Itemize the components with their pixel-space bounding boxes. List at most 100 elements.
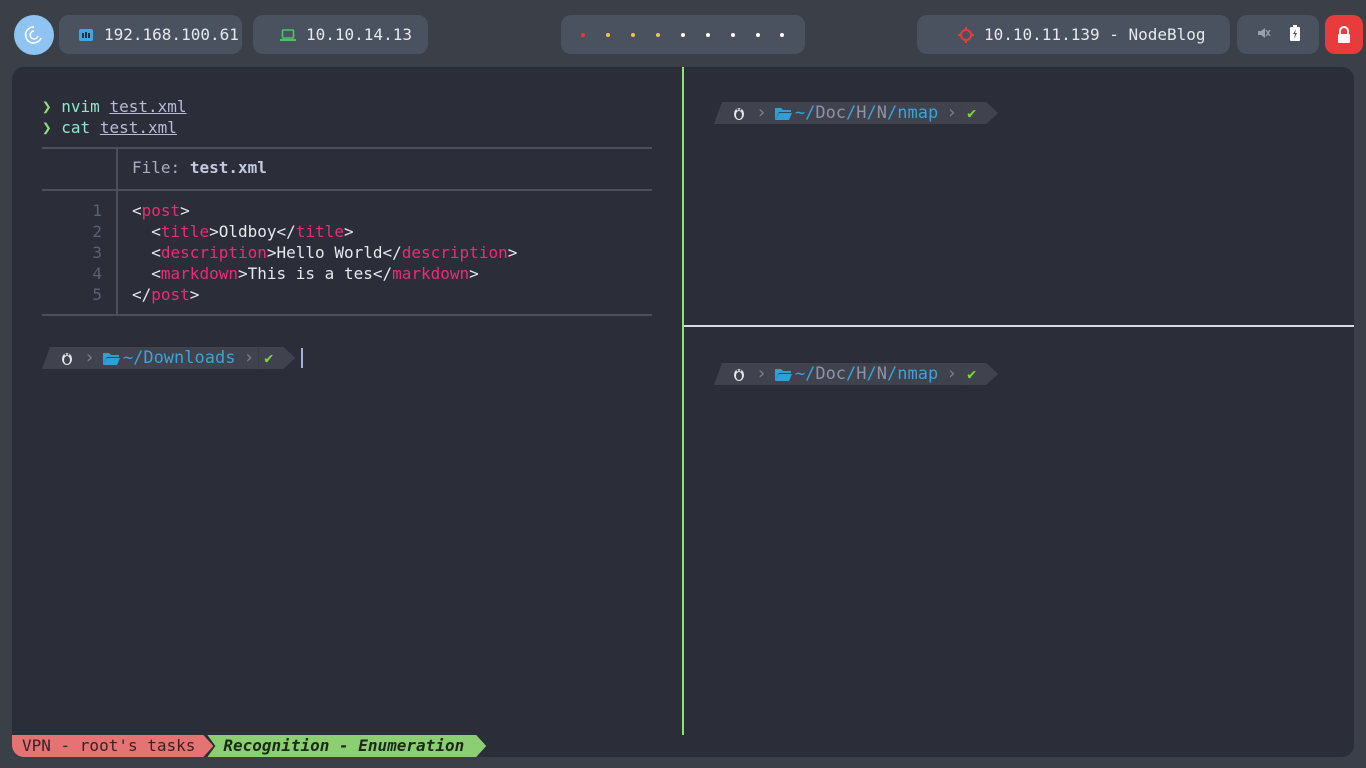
- history-argument: test.xml: [109, 97, 187, 116]
- dir-prefix: ~/: [794, 103, 816, 123]
- xml-tag: title: [160, 222, 210, 241]
- session-label[interactable]: VPN - root's tasks: [12, 735, 213, 757]
- vertical-pane-divider[interactable]: [682, 67, 684, 735]
- workspace-1-dot[interactable]: [581, 32, 586, 37]
- code-line-2: <title>Oldboy</title>: [132, 222, 353, 241]
- workspace-indicator: [561, 15, 805, 54]
- tux-icon: [734, 108, 744, 120]
- dir-prefix: ~/: [122, 348, 144, 368]
- workspace-8-dot[interactable]: [755, 32, 760, 37]
- history-line-2: ❯ cat test.xml: [42, 117, 177, 138]
- shell-prompt: › ~/Downloads › ✔: [42, 347, 295, 369]
- xml-tag: markdown: [392, 264, 470, 283]
- horizontal-pane-divider[interactable]: [684, 325, 1354, 327]
- workspace-3-dot[interactable]: [631, 32, 636, 37]
- chevron-right-icon: ›: [752, 102, 771, 124]
- shell-prompt[interactable]: › ~/Doc / H / N / nmap › ✔: [714, 363, 998, 385]
- chevron-right-icon: ›: [239, 347, 259, 369]
- left-pane[interactable]: ❯ nvim test.xml ❯ cat test.xml File: tes…: [12, 67, 682, 735]
- xml-tag: post: [141, 201, 181, 220]
- tmux-status-bar: VPN - root's tasks Recognition - Enumera…: [12, 735, 1354, 757]
- tux-icon: [734, 369, 744, 381]
- bat-gutter-border: [116, 191, 118, 314]
- os-segment: [714, 102, 752, 124]
- workspace-9-dot[interactable]: [780, 32, 785, 37]
- xml-tag: description: [160, 243, 267, 262]
- chevron-right-icon: ›: [942, 363, 962, 385]
- checkmark-icon: ✔: [967, 104, 977, 122]
- debian-swirl-icon: [24, 26, 42, 44]
- local-ip-label: 192.168.100.61: [104, 25, 239, 44]
- history-command: nvim: [61, 97, 100, 116]
- code-line-1: <post>: [132, 201, 190, 220]
- local-ip-widget[interactable]: 192.168.100.61: [59, 15, 242, 54]
- workspace-6-dot[interactable]: [705, 32, 710, 37]
- chevron-right-icon: ›: [942, 102, 962, 124]
- bat-bottom-border: [42, 314, 652, 316]
- history-line-1: ❯ nvim test.xml: [42, 96, 187, 117]
- chevron-right-icon: ›: [80, 347, 99, 369]
- xml-text: Oldboy: [218, 222, 277, 241]
- xml-tag: markdown: [160, 264, 238, 283]
- shell-prompt[interactable]: › ~/Doc / H / N / nmap › ✔: [714, 102, 998, 124]
- xml-tag: post: [151, 285, 190, 304]
- checkmark-icon: ✔: [264, 349, 274, 367]
- text-cursor: [301, 348, 303, 368]
- crosshair-icon: [957, 26, 975, 44]
- xml-text: This is a tes: [247, 264, 373, 283]
- workspace-5-dot[interactable]: [680, 32, 685, 37]
- code-line-4: <markdown>This is a tes</markdown>: [132, 264, 479, 283]
- folder-open-icon: [102, 353, 120, 365]
- top-bar: 192.168.100.61 10.10.14.13 10.10.11.139 …: [0, 0, 1366, 68]
- dir-part: N: [876, 364, 888, 384]
- line-number: 2: [92, 222, 102, 241]
- dir-name: Downloads: [143, 348, 236, 368]
- dir-part: N: [876, 103, 888, 123]
- line-number: 3: [92, 243, 102, 262]
- code-line-3: <description>Hello World</description>: [132, 243, 517, 262]
- target-widget[interactable]: 10.10.11.139 - NodeBlog: [917, 15, 1230, 54]
- network-icon: [77, 26, 95, 44]
- dir-part: Doc: [815, 103, 847, 123]
- line-number: 5: [92, 285, 102, 304]
- directory-segment: ~/Doc / H / N / nmap: [770, 363, 943, 385]
- xml-text: Hello World: [276, 243, 383, 262]
- prompt-arrow-icon: ❯: [42, 118, 52, 137]
- code-line-5: </post>: [132, 285, 200, 304]
- tux-icon: [62, 353, 72, 365]
- bat-header-border: [42, 189, 652, 191]
- file-header-label: File:: [132, 158, 181, 177]
- history-command: cat: [61, 118, 91, 137]
- volume-muted-icon[interactable]: [1257, 25, 1271, 44]
- lock-button[interactable]: [1325, 15, 1363, 54]
- dir-part: H: [856, 364, 867, 384]
- xml-tag: description: [401, 243, 508, 262]
- laptop-icon: [279, 26, 297, 44]
- window-label[interactable]: Recognition - Enumeration: [207, 735, 486, 757]
- file-name: test.xml: [189, 158, 267, 177]
- workspace-7-dot[interactable]: [730, 32, 735, 37]
- lock-icon: [1338, 25, 1350, 43]
- terminal-window: ❯ nvim test.xml ❯ cat test.xml File: tes…: [12, 67, 1354, 757]
- line-number: 4: [92, 264, 102, 283]
- workspace-4-dot[interactable]: [656, 32, 661, 37]
- launcher-button[interactable]: [14, 15, 54, 55]
- bat-gutter-border: [116, 149, 118, 189]
- checkmark-icon: ✔: [967, 365, 977, 383]
- vpn-ip-label: 10.10.14.13: [306, 25, 412, 44]
- vpn-ip-widget[interactable]: 10.10.14.13: [253, 15, 428, 54]
- workspace-2-dot[interactable]: [606, 32, 611, 37]
- dir-part: H: [856, 103, 867, 123]
- line-number: 1: [92, 201, 102, 220]
- xml-tag: title: [295, 222, 344, 241]
- target-label: 10.10.11.139 - NodeBlog: [984, 25, 1206, 44]
- folder-open-icon: [774, 108, 792, 120]
- dir-part: Doc: [815, 364, 847, 384]
- bat-file-header: File: test.xml: [132, 158, 267, 177]
- directory-segment: ~/Downloads: [98, 347, 240, 369]
- battery-charging-icon[interactable]: [1289, 24, 1300, 45]
- dir-prefix: ~/: [794, 364, 816, 384]
- os-segment: [714, 363, 752, 385]
